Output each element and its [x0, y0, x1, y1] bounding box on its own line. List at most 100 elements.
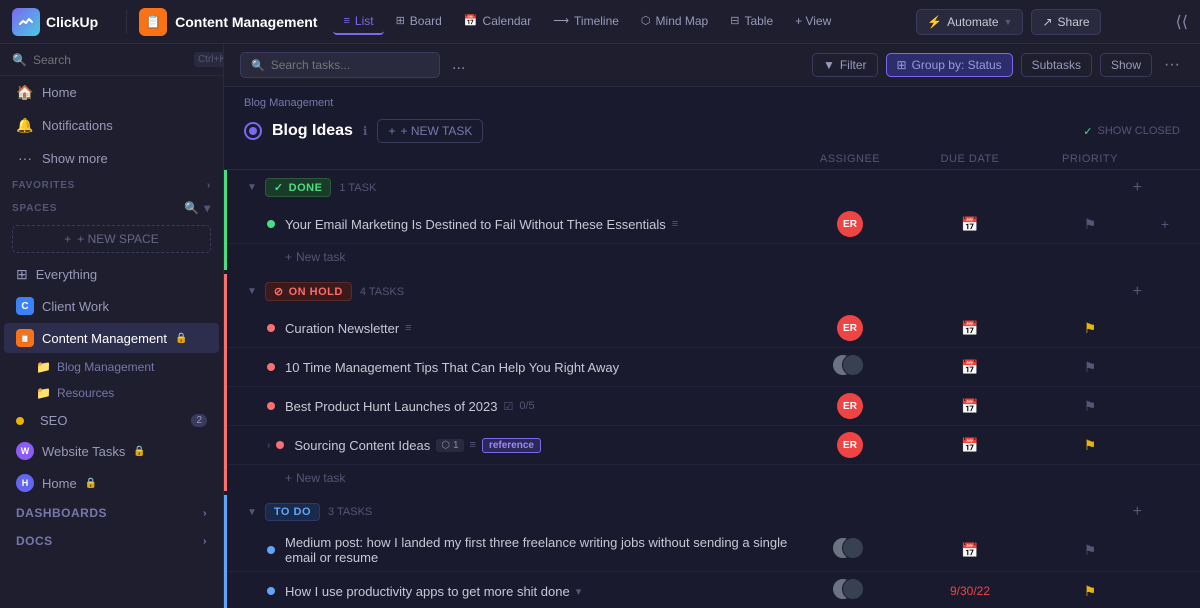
subtasks-button[interactable]: Subtasks: [1021, 53, 1092, 77]
calendar-icon: 📅: [961, 437, 978, 454]
group-by-button[interactable]: ⊞ Group by: Status: [886, 53, 1013, 77]
tab-calendar[interactable]: 📅 Calendar: [454, 9, 541, 35]
breadcrumb-link[interactable]: Blog Management: [244, 97, 333, 109]
task-add-icon[interactable]: +: [1161, 216, 1169, 232]
tab-mind-map[interactable]: ⬡ Mind Map: [631, 9, 718, 35]
task-due-date-col[interactable]: 📅: [910, 542, 1030, 559]
tab-timeline[interactable]: ⟶ Timeline: [543, 9, 629, 35]
search-input[interactable]: [33, 53, 188, 67]
filter-button[interactable]: ▼ Filter: [812, 53, 878, 77]
sidebar-item-everything[interactable]: ⊞ Everything: [4, 260, 219, 289]
task-due-date-col[interactable]: 📅: [910, 320, 1030, 337]
sidebar-item-client-work[interactable]: C Client Work: [4, 291, 219, 321]
automate-label: Automate: [947, 15, 998, 29]
group-to-do-header[interactable]: ▼ TO DO 3 TASKS +: [227, 495, 1200, 529]
sidebar-item-resources-label: Resources: [57, 386, 114, 400]
table-row[interactable]: › Sourcing Content Ideas ⬡ 1 ≡ reference…: [227, 426, 1200, 465]
task-due-date-col[interactable]: 9/30/22: [910, 584, 1030, 598]
on-hold-badge: ⊘ ON HOLD: [265, 282, 352, 301]
subtask-count-label: 1: [453, 440, 459, 451]
to-do-dot-icon: [267, 587, 275, 595]
priority-flag-icon: ⚑: [1084, 542, 1097, 559]
check-icon: ✓: [1083, 125, 1092, 138]
task-due-date-col[interactable]: 📅: [910, 216, 1030, 233]
table-row[interactable]: 10 Time Management Tips That Can Help Yo…: [227, 348, 1200, 387]
favorites-chevron-icon[interactable]: ›: [207, 180, 211, 191]
table-row[interactable]: Curation Newsletter ≡ ER 📅 ⚑: [227, 309, 1200, 348]
dashboards-section[interactable]: DASHBOARDS ›: [4, 500, 219, 526]
on-hold-new-task-row[interactable]: + New task: [227, 465, 1200, 491]
show-button[interactable]: Show: [1100, 53, 1152, 77]
sidebar-item-notifications[interactable]: 🔔 Notifications: [4, 110, 219, 141]
share-button[interactable]: ↗ Share: [1031, 9, 1100, 35]
show-label: Show: [1111, 58, 1141, 72]
done-task-count: 1 TASK: [339, 182, 376, 194]
share-label: Share: [1058, 15, 1090, 29]
sidebar-item-blog-management[interactable]: 📁 Blog Management: [4, 355, 219, 379]
on-hold-group-add-icon[interactable]: +: [1133, 283, 1142, 301]
show-closed-button[interactable]: ✓ SHOW CLOSED: [1083, 125, 1180, 138]
sidebar-collapse-icon[interactable]: ⟨⟨: [1176, 12, 1188, 32]
task-assignee-col: ER: [790, 315, 910, 341]
task-name: Medium post: how I landed my first three…: [285, 535, 790, 565]
toolbar-more-icon[interactable]: ···: [1160, 56, 1184, 74]
avatar: ER: [837, 315, 863, 341]
on-hold-new-task-label: New task: [296, 471, 345, 485]
on-hold-badge-icon: ⊘: [274, 285, 284, 298]
new-task-main-button[interactable]: + + NEW TASK: [377, 119, 483, 143]
group-on-hold-header[interactable]: ▼ ⊘ ON HOLD 4 TASKS +: [227, 274, 1200, 309]
tab-add-view[interactable]: + View: [785, 9, 841, 35]
logo[interactable]: ClickUp: [12, 8, 98, 36]
task-priority-col[interactable]: ⚑: [1030, 359, 1150, 376]
spaces-chevron-icon[interactable]: ▾: [204, 201, 211, 215]
sidebar-item-resources[interactable]: 📁 Resources: [4, 381, 219, 405]
task-menu-icon2: ≡: [470, 439, 476, 451]
calendar-tab-icon: 📅: [464, 14, 478, 27]
automate-icon: ⚡: [927, 15, 942, 29]
table-row[interactable]: Your Email Marketing Is Destined to Fail…: [227, 205, 1200, 244]
tab-table[interactable]: ⊟ Table: [720, 9, 783, 35]
table-row[interactable]: Best Product Hunt Launches of 2023 ☑ 0/5…: [227, 387, 1200, 426]
sidebar-item-home[interactable]: 🏠 Home: [4, 77, 219, 108]
info-icon[interactable]: ℹ: [363, 124, 368, 138]
task-priority-col[interactable]: ⚑: [1030, 320, 1150, 337]
docs-section[interactable]: DOCS ›: [4, 528, 219, 554]
content-management-lock-icon: 🔒: [175, 333, 187, 344]
on-hold-dot-icon: [267, 402, 275, 410]
done-group-add-icon[interactable]: +: [1133, 179, 1142, 197]
task-priority-col[interactable]: ⚑: [1030, 583, 1150, 600]
new-space-button[interactable]: + + NEW SPACE: [12, 225, 211, 253]
sidebar-item-seo[interactable]: SEO 2: [4, 407, 219, 434]
task-search-input[interactable]: [271, 58, 411, 72]
task-priority-col[interactable]: ⚑: [1030, 437, 1150, 454]
automate-button[interactable]: ⚡ Automate ▼: [916, 9, 1023, 35]
tab-board[interactable]: ⊞ Board: [386, 9, 452, 35]
group-done-header[interactable]: ▼ ✓ DONE 1 TASK +: [227, 170, 1200, 205]
to-do-group-add-icon[interactable]: +: [1133, 503, 1142, 521]
sidebar-item-content-management[interactable]: 📋 Content Management 🔒: [4, 323, 219, 353]
task-list-area: Blog Management Blog Ideas ℹ + + NEW TAS…: [224, 87, 1200, 608]
task-due-date-col[interactable]: 📅: [910, 359, 1030, 376]
task-assignee-col: [790, 578, 910, 604]
automate-chevron-icon: ▼: [1004, 17, 1013, 27]
sidebar-item-show-more[interactable]: ··· Show more: [4, 143, 219, 173]
sidebar-item-website-tasks[interactable]: W Website Tasks 🔒: [4, 436, 219, 466]
th-assignee: ASSIGNEE: [790, 153, 910, 165]
tab-list[interactable]: ≡ List: [333, 9, 383, 35]
task-priority-col[interactable]: ⚑: [1030, 542, 1150, 559]
task-priority-col[interactable]: ⚑: [1030, 216, 1150, 233]
task-due-date-col[interactable]: 📅: [910, 437, 1030, 454]
search-more-icon[interactable]: ...: [448, 56, 469, 74]
search-spaces-icon[interactable]: 🔍: [184, 201, 200, 215]
client-work-avatar: C: [16, 297, 34, 315]
task-expand-icon[interactable]: ›: [267, 440, 270, 451]
table-row[interactable]: Medium post: how I landed my first three…: [227, 529, 1200, 572]
calendar-icon: 📅: [961, 359, 978, 376]
done-new-task-row[interactable]: + New task: [227, 244, 1200, 270]
task-priority-col[interactable]: ⚑: [1030, 398, 1150, 415]
task-due-date-col[interactable]: 📅: [910, 398, 1030, 415]
table-tab-icon: ⊟: [730, 14, 739, 27]
table-row[interactable]: How I use productivity apps to get more …: [227, 572, 1200, 608]
sidebar-item-home2[interactable]: H Home 🔒: [4, 468, 219, 498]
home-icon: 🏠: [16, 84, 34, 101]
